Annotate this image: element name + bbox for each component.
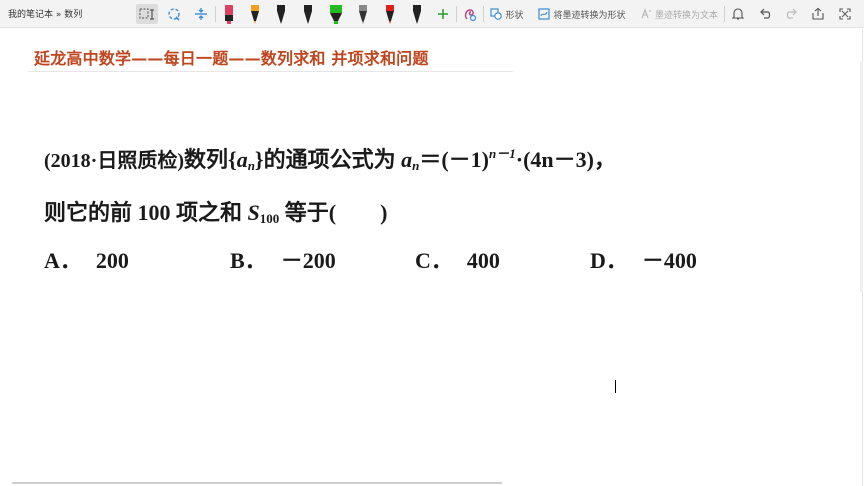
option-letter: B． [230,248,267,273]
highlighter-green-icon [328,4,344,24]
pen-3-button[interactable] [272,4,290,24]
pen-1-button[interactable] [220,4,238,24]
shapes-button[interactable]: 形状 [489,4,525,24]
option-value: 400 [466,248,500,273]
eraser-button[interactable] [164,4,184,24]
pen-black-icon [275,4,287,24]
share-icon [811,7,825,21]
plus-icon [437,8,449,20]
pen-orange-icon [249,4,261,24]
shapes-icon [490,8,503,20]
bell-icon [731,7,745,21]
option-d: D． －400 [590,243,697,275]
eraser-icon [166,6,182,22]
problem-line-1: (2018·日照质检)数列{an}的通项公式为 an＝(－1)n－1·(4n－3… [44,146,616,173]
seq-sub: n [247,158,255,173]
option-a: A． 200 [44,243,129,275]
horizontal-scrollbar[interactable] [12,482,502,484]
formula-lhs-var: a [401,147,413,172]
formula-rest: ·(4n－3)， [515,147,616,172]
share-button[interactable] [809,4,827,24]
pen-black-icon [302,4,314,24]
problem-stem-a: 数列 [184,147,229,172]
problem-line2-b: 等于( ) [284,200,388,225]
pen-gray-icon [357,4,369,24]
ink-to-shape-button[interactable]: 将墨迹转换为形状 [537,4,627,24]
pen-5-button[interactable] [325,4,347,24]
ink-to-shape-label: 将墨迹转换为形状 [553,10,626,21]
insert-space-button[interactable] [191,4,211,24]
breadcrumb[interactable]: 我的笔记本 » 数列 [8,7,82,20]
formula-exp: n－1 [489,146,516,161]
redo-button[interactable] [783,4,801,24]
undo-button[interactable] [756,4,774,24]
option-value: 200 [95,248,129,273]
lasso-select-button[interactable] [136,4,158,24]
title-divider [28,71,513,72]
pen-7-button[interactable] [381,4,399,24]
pen-black-icon [411,4,423,24]
fullscreen-button[interactable] [836,4,854,24]
pen-2-button[interactable] [246,4,264,24]
vertical-scrollbar[interactable] [860,62,863,292]
shapes-label: 形状 [505,10,524,21]
problem-line-2: 则它的前 100 项之和 S100 等于( ) [44,195,387,227]
notifications-button[interactable] [729,4,747,24]
option-value: －400 [641,248,697,273]
option-value: －200 [280,248,336,273]
add-pen-button[interactable] [434,4,452,24]
problem-stem-b: 的通项公式为 [263,147,396,172]
problem-line2-a: 则它的前 100 项之和 [44,200,243,225]
page-title: 延龙高中数学——每日一题——数列求和 并项求和问题 [34,49,429,68]
text-cursor [615,380,616,393]
ink-to-text-label: 墨迹转换为文本 [654,10,718,21]
toolbar: 我的笔记本 » 数列 形状 将墨迹转换为形状 墨迹转换为文本 [0,0,864,28]
lasso-select-icon [139,7,155,21]
option-c: C． 400 [415,243,500,275]
sum-sub: 100 [259,211,280,226]
ink-to-text-icon [640,8,652,20]
undo-icon [758,7,772,21]
option-letter: C． [415,248,453,273]
option-b: B． －200 [230,243,336,275]
formula-eq: ＝(－1) [419,147,489,172]
fullscreen-icon [838,7,852,21]
option-letter: A． [44,248,82,273]
highlighter-pink-icon [223,4,235,24]
problem-source: (2018·日照质检) [44,150,184,172]
ink-to-shape-icon [538,8,551,20]
pen-4-button[interactable] [299,4,317,24]
pen-6-button[interactable] [354,4,372,24]
ink-replay-icon [462,6,478,22]
insert-space-icon [193,6,209,22]
seq-var: a [236,147,248,172]
sum-var: S [247,200,260,225]
pen-red-icon [384,4,396,24]
option-letter: D． [590,248,628,273]
pen-8-button[interactable] [408,4,426,24]
ink-to-text-button: 墨迹转换为文本 [639,4,719,24]
ink-replay-button[interactable] [460,4,480,24]
redo-icon [785,7,799,21]
